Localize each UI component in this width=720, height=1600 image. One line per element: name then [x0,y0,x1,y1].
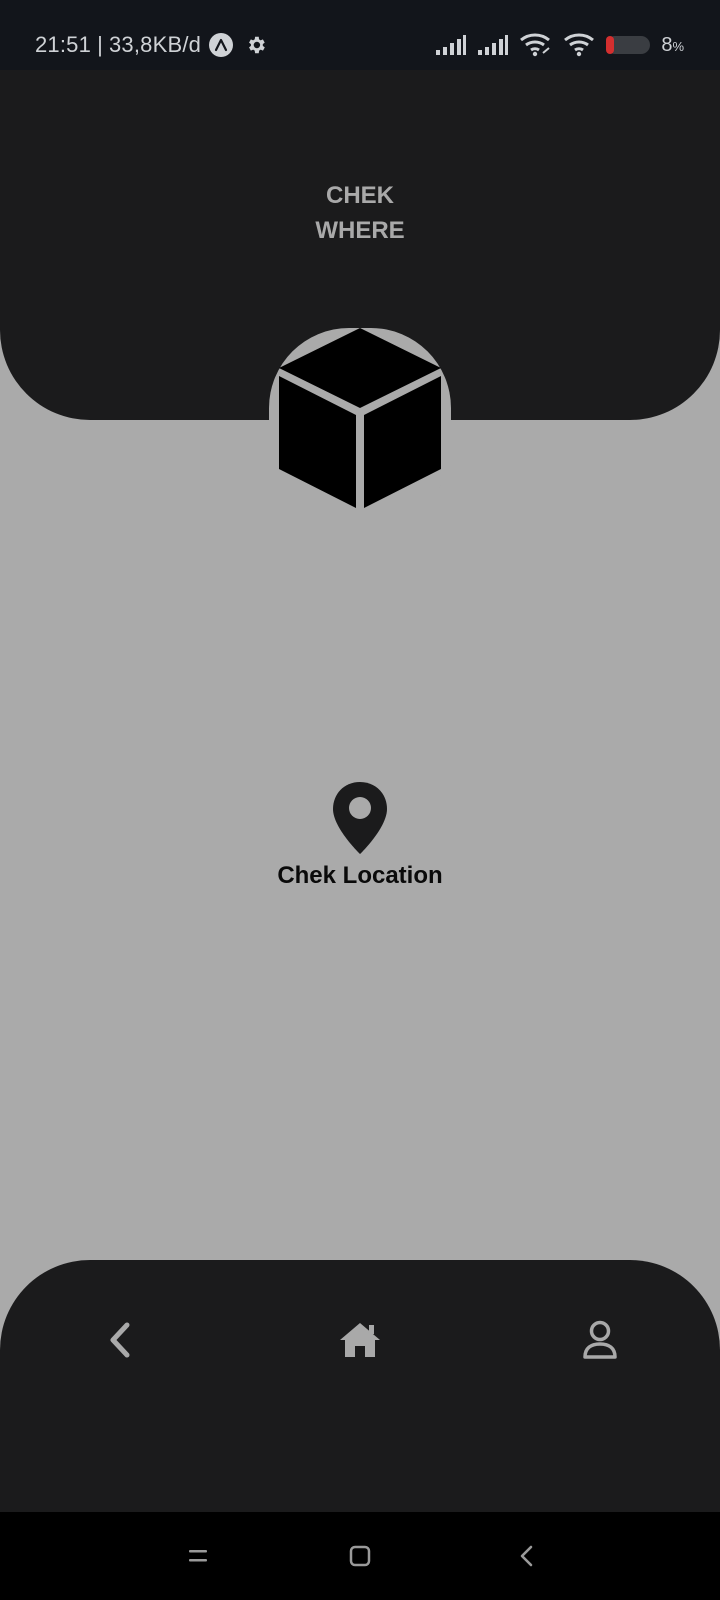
cube-icon [275,328,445,512]
user-icon [582,1320,618,1360]
check-location-label: Chek Location [277,862,443,889]
bottom-nav [0,1260,720,1512]
wifi-icon [563,32,595,58]
app-screen: 21:51 | 33,8KB/d 8% CHEK WHERE Chek Loca… [0,0,720,1600]
signal-icon [435,34,467,56]
battery-percent: 8% [661,34,684,57]
home-icon [338,1321,382,1359]
home-square-icon [348,1544,372,1568]
app-title-line1: CHEK [325,182,394,209]
system-home-button[interactable] [338,1534,382,1578]
cube-logo [269,328,451,512]
gear-icon [245,34,267,56]
recents-icon [187,1547,209,1565]
system-back-button[interactable] [505,1534,549,1578]
app-title: CHEK WHERE [0,178,720,248]
app-a-icon [209,33,234,57]
wifi-link-icon [519,32,553,58]
back-chevron-icon [518,1545,536,1567]
network-speed: 33,8KB/d [108,32,202,57]
status-time: 21:51 [35,32,92,57]
status-bar: 21:51 | 33,8KB/d 8% [0,0,720,70]
check-location-button[interactable]: Chek Location [230,780,490,900]
nav-profile-button[interactable] [570,1310,630,1370]
status-separator: | [97,32,103,57]
battery-percent-value: 8 [661,33,673,56]
battery-percent-unit: % [672,38,684,54]
battery-icon [605,35,651,55]
nav-back-button[interactable] [90,1310,150,1370]
signal-icon [477,34,509,56]
system-nav-bar [0,1512,720,1600]
app-title-line2: WHERE [315,217,405,244]
system-recents-button[interactable] [176,1534,220,1578]
map-pin-icon [331,780,389,856]
chevron-left-icon [108,1322,132,1358]
nav-home-button[interactable] [330,1310,390,1370]
